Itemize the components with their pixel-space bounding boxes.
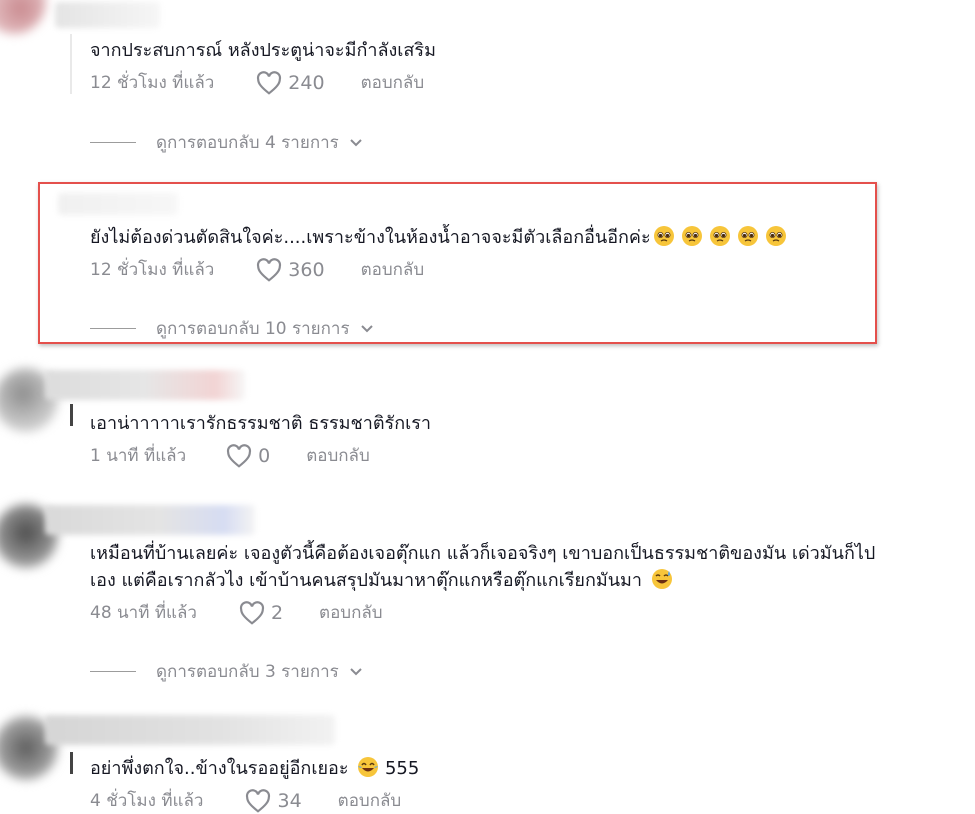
username-blurred[interactable] (58, 193, 178, 215)
comment-text: อย่าพึ่งตกใจ..ข้างในรออยู่อีกเยอะ 555 (90, 755, 419, 782)
reply-button[interactable]: ตอบกลับ (361, 256, 425, 283)
pleading-face-emoji (737, 226, 758, 246)
divider (70, 404, 73, 426)
username-blurred[interactable] (45, 370, 245, 400)
comment-time: 4 ชั่วโมง ที่แล้ว (90, 791, 204, 811)
chevron-down-icon (360, 324, 373, 332)
like-count: 34 (277, 789, 302, 812)
like-count: 240 (288, 71, 325, 94)
avatar[interactable] (0, 0, 46, 34)
heart-icon (257, 70, 282, 95)
comment-text: เอาน่าาาาาเรารักธรรมชาติ ธรรมชาติรักเรา (90, 413, 432, 434)
view-replies-button[interactable]: ดูการตอบกลับ 3 รายการ (90, 658, 363, 685)
comment-meta: 1 นาที ที่แล้ว 0 ตอบกลับ (90, 442, 370, 469)
comment-text: ยังไม่ต้องด่วนตัดสินใจค่ะ....เพราะข้างใน… (90, 224, 787, 251)
comment-meta: 4 ชั่วโมง ที่แล้ว 34 ตอบกลับ (90, 787, 401, 814)
username-blurred[interactable] (55, 2, 160, 28)
comment-meta: 12 ชั่วโมง ที่แล้ว 240 ตอบกลับ (90, 69, 424, 96)
reply-button[interactable]: ตอบกลับ (361, 69, 425, 96)
view-replies-label: ดูการตอบกลับ 10 รายการ (156, 319, 350, 339)
reply-button[interactable]: ตอบกลับ (319, 599, 383, 626)
emoji-row (651, 226, 787, 248)
comment-text-content: เอง แต่คือเรากลัวไง เข้าบ้านคนสรุปมันมาห… (90, 570, 643, 591)
pleading-face-emoji (653, 226, 674, 246)
pleading-face-emoji (681, 226, 702, 246)
comment-meta: 48 นาที ที่แล้ว 2 ตอบกลับ (90, 599, 383, 626)
like-button[interactable]: 2 (239, 600, 284, 625)
pleading-face-emoji (765, 226, 786, 246)
comment-text: จากประสบการณ์ หลังประตูน่าจะมีกำลังเสริม (90, 40, 436, 61)
heart-icon (246, 788, 271, 813)
comment-time: 12 ชั่วโมง ที่แล้ว (90, 73, 215, 93)
comment-time: 12 ชั่วโมง ที่แล้ว (90, 260, 215, 280)
pleading-face-emoji (709, 226, 730, 246)
view-replies-button[interactable]: ดูการตอบกลับ 4 รายการ (90, 129, 363, 156)
like-button[interactable]: 360 (256, 257, 325, 282)
reply-button[interactable]: ตอบกลับ (306, 442, 370, 469)
comment-text-content: อย่าพึ่งตกใจ..ข้างในรออยู่อีกเยอะ (90, 758, 349, 779)
comment-meta: 12 ชั่วโมง ที่แล้ว 360 ตอบกลับ (90, 256, 424, 283)
like-button[interactable]: 34 (245, 788, 302, 813)
comment-text-line-1: เหมือนที่บ้านเลยค่ะ เจองูตัวนี้คือต้องเจ… (90, 543, 876, 564)
like-button[interactable]: 240 (256, 70, 325, 95)
view-replies-label: ดูการตอบกลับ 4 รายการ (156, 133, 339, 153)
comment-time: 48 นาที ที่แล้ว (90, 603, 197, 623)
comment-text-content: ยังไม่ต้องด่วนตัดสินใจค่ะ....เพราะข้างใน… (90, 227, 651, 248)
heart-icon (257, 257, 282, 282)
sweat-smile-emoji (651, 569, 672, 589)
username-blurred[interactable] (45, 715, 335, 745)
divider-line (90, 142, 136, 143)
comment-text-suffix: 555 (384, 758, 420, 779)
like-button[interactable]: 0 (226, 443, 271, 468)
comment-text-line-2: เอง แต่คือเรากลัวไง เข้าบ้านคนสรุปมันมาห… (90, 567, 673, 594)
heart-icon (227, 443, 252, 468)
divider-line (90, 328, 136, 329)
heart-icon (239, 600, 265, 625)
chevron-down-icon (350, 667, 362, 675)
divider (70, 752, 73, 774)
comment-time: 1 นาที ที่แล้ว (90, 446, 187, 466)
username-blurred[interactable] (45, 505, 255, 535)
reply-button[interactable]: ตอบกลับ (338, 787, 402, 814)
view-replies-label: ดูการตอบกลับ 3 รายการ (156, 662, 339, 682)
like-count: 0 (258, 444, 271, 467)
chevron-down-icon (350, 138, 362, 146)
view-replies-button[interactable]: ดูการตอบกลับ 10 รายการ (90, 315, 374, 342)
divider-line (90, 671, 136, 672)
like-count: 360 (288, 258, 325, 281)
tears-of-joy-emoji (358, 757, 379, 777)
like-count: 2 (270, 601, 284, 624)
divider (70, 34, 72, 94)
